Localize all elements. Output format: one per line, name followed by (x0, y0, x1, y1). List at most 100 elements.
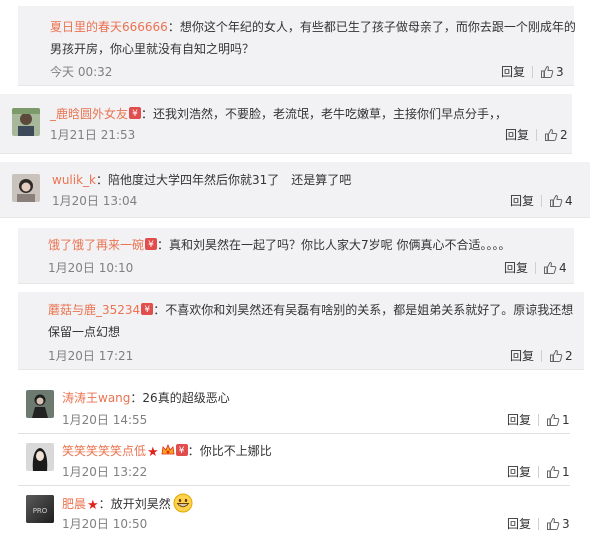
reply-button[interactable]: 回复 (510, 348, 534, 364)
avatar[interactable] (12, 174, 40, 202)
reply-button[interactable]: 回复 (504, 260, 528, 276)
comment-username[interactable]: 饿了饿了再来一碗 (48, 238, 144, 252)
comment-text: 陪他度过大学四年然后你就31了 还是算了吧 (108, 173, 352, 187)
comment-time: 1月20日 10:50 (62, 517, 148, 531)
comment-actions: 回复 3 (507, 516, 570, 532)
like-count: 1 (562, 465, 570, 479)
reply-button[interactable]: 回复 (501, 64, 525, 80)
comment-username[interactable]: 涛涛王wang (62, 391, 130, 405)
like-count: 4 (559, 261, 567, 275)
colon: ： (157, 238, 170, 252)
red-star-icon: ★ (87, 498, 99, 513)
action-separator (532, 66, 534, 78)
comment-text: 你比不上娜比 (199, 444, 272, 458)
comment-text-continued: 保留一点幻想 (48, 325, 121, 339)
red-envelope-badge-icon (145, 236, 158, 254)
colon: ： (187, 444, 200, 458)
like-button[interactable]: 4 (549, 194, 573, 208)
avatar-text: PRO (33, 507, 48, 515)
avatar[interactable]: PRO (26, 495, 54, 523)
thumbs-up-icon (541, 65, 554, 78)
like-count: 2 (565, 349, 573, 363)
comment-time: 1月21日 21:53 (50, 128, 136, 142)
comment-time: 1月20日 13:04 (52, 194, 138, 208)
thumbs-up-icon (545, 128, 558, 141)
action-separator (538, 518, 540, 530)
red-envelope-badge-icon (129, 105, 142, 123)
comment-text: 26真的超级恶心 (142, 391, 230, 405)
like-button[interactable]: 2 (549, 349, 573, 363)
comment-line: 肥晨★：放开刘昊然 (62, 493, 193, 515)
comment-line: 夏日里的春天666666：想你这个年纪的女人，有些都已生了孩子做母亲了，而你去跟… (50, 18, 576, 36)
action-separator (541, 350, 543, 362)
comment-username[interactable]: _鹿晗圆外女友 (50, 107, 128, 121)
comment-username[interactable]: 夏日里的春天666666 (50, 20, 168, 34)
colon: ： (141, 107, 154, 121)
comment-card: wulik_k：陪他度过大学四年然后你就31了 还是算了吧 1月20日 13:0… (0, 162, 590, 218)
colon: ： (96, 173, 109, 187)
thumbs-up-icon (550, 194, 563, 207)
comment-actions: 回复 4 (504, 260, 567, 276)
like-button[interactable]: 1 (546, 465, 570, 479)
comment-card: 饿了饿了再来一碗 ：真和刘昊然在一起了吗？你比人家大7岁呢 你俩真心不合适。。。。… (18, 228, 574, 284)
action-separator (535, 262, 537, 274)
like-count: 3 (556, 65, 564, 79)
thumbs-up-icon (547, 465, 560, 478)
thumbs-up-icon (547, 413, 560, 426)
colon: ： (167, 20, 180, 34)
avatar[interactable] (26, 443, 54, 471)
colon: ： (130, 391, 143, 405)
avatar[interactable] (12, 108, 40, 136)
comment-line: 涛涛王wang：26真的超级恶心 (62, 389, 230, 407)
comment-line: 饿了饿了再来一碗 ：真和刘昊然在一起了吗？你比人家大7岁呢 你俩真心不合适。。。。 (48, 236, 510, 254)
comment-username[interactable]: 肥晨 (62, 497, 86, 511)
vip-crown-icon (161, 444, 175, 455)
comment-username[interactable]: 笑笑笑笑笑点低 (62, 444, 146, 458)
comment-text: 还我刘浩然，不要脸，老流氓，老牛吃嫩草，主接你们早点分手，， (153, 107, 508, 121)
like-count: 4 (565, 194, 573, 208)
comment-divider (18, 433, 570, 434)
comment-divider (18, 485, 570, 486)
red-envelope-badge-icon (175, 442, 188, 460)
comment-time: 1月20日 10:10 (48, 261, 134, 275)
comment-actions: 回复 2 (505, 127, 568, 143)
grin-emoji-icon (173, 493, 193, 513)
like-button[interactable]: 1 (546, 413, 570, 427)
reply-button[interactable]: 回复 (507, 412, 531, 428)
like-count: 2 (560, 128, 568, 142)
like-button[interactable]: 3 (546, 517, 570, 531)
avatar[interactable] (26, 390, 54, 418)
like-count: 1 (562, 413, 570, 427)
reply-button[interactable]: 回复 (505, 127, 529, 143)
comment-username[interactable]: wulik_k (52, 173, 96, 187)
comment-text-continued: 男孩开房，你心里就没有自知之明吗？ (50, 42, 255, 56)
thumbs-up-icon (544, 261, 557, 274)
comment-actions: 回复 4 (510, 193, 573, 209)
comment-text: 想你这个年纪的女人，有些都已生了孩子做母亲了，而你去跟一个刚成年的 (179, 20, 576, 34)
like-button[interactable]: 3 (540, 65, 564, 79)
reply-button[interactable]: 回复 (507, 464, 531, 480)
like-count: 3 (562, 517, 570, 531)
comment-line: _鹿晗圆外女友 ：还我刘浩然，不要脸，老流氓，老牛吃嫩草，主接你们早点分手，， (50, 105, 507, 123)
comment-line: 笑笑笑笑笑点低★ ：你比不上娜比 (62, 442, 272, 462)
red-envelope-badge-icon (141, 301, 154, 319)
like-button[interactable]: 2 (544, 128, 568, 142)
comment-line: 蘑菇与鹿_35234 ：不喜欢你和刘昊然还有吴磊有啥别的关系，都是姐弟关系就好了。… (48, 301, 573, 319)
comment-actions: 回复 3 (501, 64, 564, 80)
comment-time: 1月20日 17:21 (48, 349, 134, 363)
action-separator (538, 466, 540, 478)
reply-button[interactable]: 回复 (510, 193, 534, 209)
comment-card: 夏日里的春天666666：想你这个年纪的女人，有些都已生了孩子做母亲了，而你去跟… (18, 6, 576, 86)
comment-actions: 回复 1 (507, 412, 570, 428)
comment-username[interactable]: 蘑菇与鹿_35234 (48, 303, 140, 317)
action-separator (541, 195, 543, 207)
comment-text: 放开刘昊然 (110, 497, 171, 511)
action-separator (538, 414, 540, 426)
comment-actions: 回复 2 (510, 348, 573, 364)
comment-card: _鹿晗圆外女友 ：还我刘浩然，不要脸，老流氓，老牛吃嫩草，主接你们早点分手，， 1… (0, 94, 572, 154)
like-button[interactable]: 4 (543, 261, 567, 275)
comment-text: 不喜欢你和刘昊然还有吴磊有啥别的关系，都是姐弟关系就好了。原谅我还想 (165, 303, 574, 317)
thumbs-up-icon (550, 349, 563, 362)
colon: ： (98, 497, 111, 511)
reply-button[interactable]: 回复 (507, 516, 531, 532)
